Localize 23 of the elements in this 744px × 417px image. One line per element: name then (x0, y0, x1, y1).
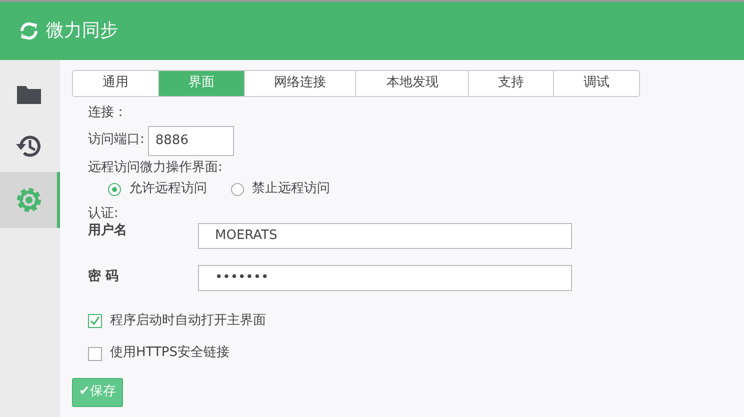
tab[interactable]: 通用 (73, 71, 159, 96)
section-heading: 远程访问微力操作界面: (88, 160, 224, 177)
checkbox[interactable] (88, 346, 102, 361)
radio-label: 允许远程访问 (129, 180, 207, 198)
username-label: 用户名 (88, 222, 128, 240)
history-icon[interactable] (14, 133, 42, 159)
password-field[interactable]: ••••••• (198, 264, 572, 291)
port-field[interactable]: 8886 (148, 126, 234, 156)
folder-icon[interactable] (16, 83, 42, 105)
radio-label: 禁止远程访问 (252, 180, 330, 198)
port-label: 访问端口: (88, 132, 144, 150)
username-field[interactable]: MOERATS (198, 222, 572, 249)
radio-button[interactable] (108, 182, 121, 196)
section-heading: 连接： (88, 105, 128, 122)
app-title: 微力同步 (46, 19, 118, 43)
sync-icon (18, 20, 40, 42)
checkbox-label: 使用HTTPS安全链接 (110, 345, 230, 362)
section-heading: 认证: (88, 206, 120, 222)
password-label: 密 码 (88, 268, 120, 286)
checkbox-label: 程序启动时自动打开主界面 (110, 312, 266, 330)
radio-button[interactable] (231, 182, 244, 196)
settings-icon[interactable] (14, 186, 42, 214)
checkbox[interactable] (88, 314, 102, 328)
